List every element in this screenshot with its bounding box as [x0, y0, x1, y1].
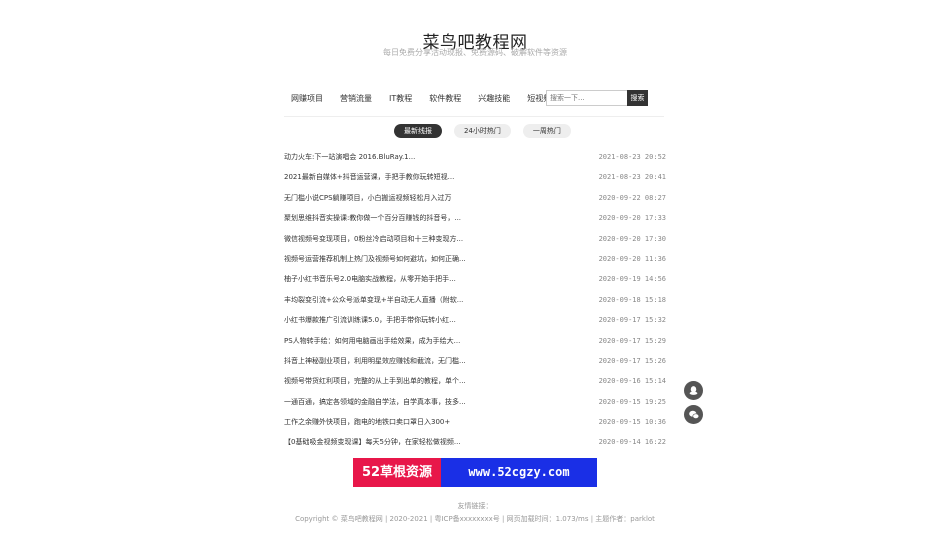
- article-time: 2020-09-16 15:14: [598, 377, 666, 386]
- list-item[interactable]: 视频号带货红利项目，完整的从上手到出单的教程，单个... 2020-09-16 1…: [284, 374, 666, 394]
- list-item[interactable]: 小红书爆款推广引流训练课5.0，手把手带你玩转小红... 2020-09-17 1…: [284, 313, 666, 333]
- list-item[interactable]: 视频号运营推荐机制上热门及视频号如何避坑，如何正确... 2020-09-20 1…: [284, 252, 666, 272]
- article-time: 2020-09-17 15:26: [598, 356, 666, 365]
- article-title[interactable]: 视频号运营推荐机制上热门及视频号如何避坑，如何正确...: [284, 252, 466, 272]
- search-form: 搜索: [546, 90, 648, 106]
- article-time: 2020-09-17 15:32: [598, 316, 666, 325]
- article-time: 2020-09-18 15:18: [598, 295, 666, 304]
- article-title[interactable]: 一通百通，搞定各领域的金融自学法，自学真本事，技多...: [284, 395, 466, 415]
- article-time: 2020-09-15 10:36: [598, 418, 666, 427]
- article-title[interactable]: 抖音上神秘副业项目，利用明星效应赚钱和截流，无门槛...: [284, 354, 466, 374]
- list-item[interactable]: 微信视频号变现项目，0粉丝冷启动项目和十三种变现方... 2020-09-20 1…: [284, 232, 666, 252]
- article-title[interactable]: 视频号带货红利项目，完整的从上手到出单的教程，单个...: [284, 374, 466, 394]
- list-item[interactable]: 工作之余赚外快项目，跑电的地铁口卖口罩日入300+ 2020-09-15 10:3…: [284, 415, 666, 435]
- article-title[interactable]: 【0基础吸金视频变现课】每天5分钟，在家轻松做视频...: [284, 435, 461, 455]
- nav-item-wangzhuan[interactable]: 网赚项目: [291, 93, 323, 104]
- article-title[interactable]: 无门槛小说CPS躺赚项目，小白搬运视频轻松月入过万: [284, 191, 452, 211]
- article-title[interactable]: 小红书爆款推广引流训练课5.0，手把手带你玩转小红...: [284, 313, 456, 333]
- nav-item-yingxiao[interactable]: 营销流量: [340, 93, 372, 104]
- banner-left[interactable]: 52草根资源: [353, 458, 441, 487]
- divider: [284, 116, 664, 117]
- ad-banner[interactable]: 52草根资源 www.52cgzy.com: [353, 458, 597, 487]
- list-item[interactable]: 2021最新自媒体+抖音运营课，手把手教你玩转短视... 2021-08-23 2…: [284, 170, 666, 190]
- article-title[interactable]: 柚子小红书音乐号2.0电脑实战教程，从零开始手把手...: [284, 272, 456, 292]
- banner-right[interactable]: www.52cgzy.com: [441, 458, 597, 487]
- article-time: 2020-09-14 16:22: [598, 438, 666, 447]
- list-item[interactable]: 丰均裂变引流+公众号派单变现+半自动无人直播（附软... 2020-09-18 1…: [284, 293, 666, 313]
- article-title[interactable]: 工作之余赚外快项目，跑电的地铁口卖口罩日入300+: [284, 415, 450, 435]
- list-item[interactable]: 聚划思维抖音实操课:教你做一个百分百赚钱的抖音号，... 2020-09-20 1…: [284, 211, 666, 231]
- article-title[interactable]: 聚划思维抖音实操课:教你做一个百分百赚钱的抖音号，...: [284, 211, 461, 231]
- article-title[interactable]: 微信视频号变现项目，0粉丝冷启动项目和十三种变现方...: [284, 232, 463, 252]
- list-item[interactable]: 一通百通，搞定各领域的金融自学法，自学真本事，技多... 2020-09-15 1…: [284, 395, 666, 415]
- list-item[interactable]: 无门槛小说CPS躺赚项目，小白搬运视频轻松月入过万 2020-09-22 08:2…: [284, 191, 666, 211]
- nav-item-it[interactable]: IT教程: [389, 93, 412, 104]
- article-time: 2020-09-22 08:27: [598, 193, 666, 202]
- article-time: 2020-09-19 14:56: [598, 275, 666, 284]
- qq-icon: [689, 386, 698, 395]
- main-nav: 网赚项目 营销流量 IT教程 软件教程 兴趣技能 短视频: [291, 93, 551, 104]
- nav-item-ruanjian[interactable]: 软件教程: [429, 93, 461, 104]
- list-item[interactable]: 动力火车:下一站演唱会 2016.BluRay.1... 2021-08-23 2…: [284, 150, 666, 170]
- list-item[interactable]: 【0基础吸金视频变现课】每天5分钟，在家轻松做视频... 2020-09-14 1…: [284, 435, 666, 455]
- nav-item-xingqu[interactable]: 兴趣技能: [478, 93, 510, 104]
- list-item[interactable]: 柚子小红书音乐号2.0电脑实战教程，从零开始手把手... 2020-09-19 1…: [284, 272, 666, 292]
- search-button[interactable]: 搜索: [627, 90, 648, 106]
- tab-bar: 最新线报 24小时热门 一周热门: [394, 124, 571, 138]
- site-subtitle: 每日免费分享活动现报、免费源码、破解软件等资源: [383, 48, 567, 57]
- article-time: 2020-09-17 15:29: [598, 336, 666, 345]
- article-title[interactable]: 动力火车:下一站演唱会 2016.BluRay.1...: [284, 150, 415, 170]
- article-time: 2020-09-20 11:36: [598, 254, 666, 263]
- qq-float-button[interactable]: [684, 381, 703, 400]
- tab-24h-hot[interactable]: 24小时热门: [454, 124, 511, 138]
- article-time: 2020-09-20 17:33: [598, 214, 666, 223]
- article-list: 动力火车:下一站演唱会 2016.BluRay.1... 2021-08-23 2…: [284, 150, 666, 456]
- tab-latest[interactable]: 最新线报: [394, 124, 442, 138]
- footer-copyright: Copyright © 菜鸟吧教程网 | 2020-2021 | 粤ICP备xx…: [295, 515, 655, 523]
- article-time: 2021-08-23 20:52: [598, 153, 666, 161]
- list-item[interactable]: 抖音上神秘副业项目，利用明星效应赚钱和截流，无门槛... 2020-09-17 1…: [284, 354, 666, 374]
- wechat-float-button[interactable]: [684, 405, 703, 424]
- article-time: 2020-09-20 17:30: [598, 234, 666, 243]
- article-title[interactable]: 2021最新自媒体+抖音运营课，手把手教你玩转短视...: [284, 170, 454, 190]
- article-title[interactable]: 丰均裂变引流+公众号派单变现+半自动无人直播（附软...: [284, 293, 463, 313]
- article-time: 2021-08-23 20:41: [598, 173, 666, 182]
- article-title[interactable]: PS人物转手绘：如何用电脑画出手绘效果，成为手绘大...: [284, 334, 460, 354]
- friend-links-label: 友情链接：: [457, 502, 493, 510]
- list-item[interactable]: PS人物转手绘：如何用电脑画出手绘效果，成为手绘大... 2020-09-17 1…: [284, 334, 666, 354]
- wechat-icon: [688, 410, 699, 419]
- search-input[interactable]: [546, 90, 627, 106]
- article-time: 2020-09-15 19:25: [598, 397, 666, 406]
- tab-week-hot[interactable]: 一周热门: [522, 124, 571, 138]
